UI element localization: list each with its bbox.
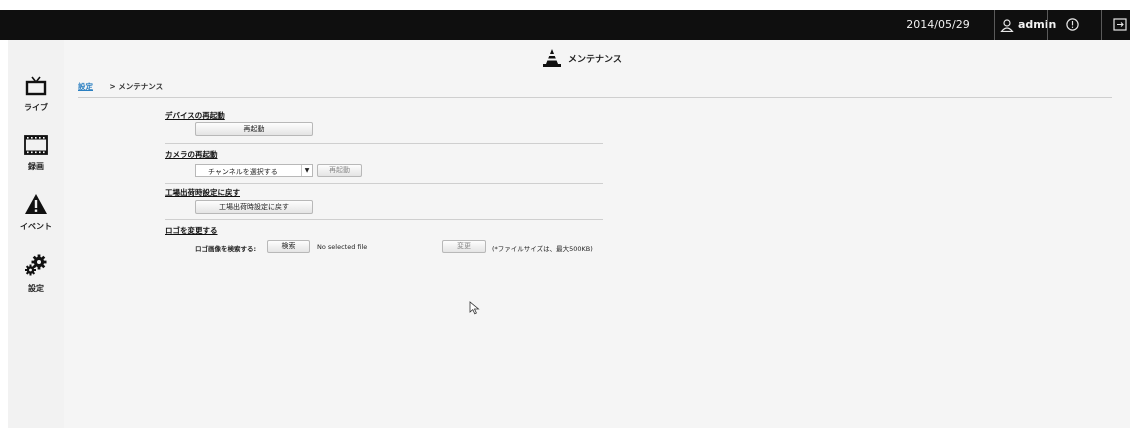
factory-reset-button[interactable]: 工場出荷時設定に戻す bbox=[195, 200, 313, 214]
cone-icon bbox=[543, 49, 561, 67]
sidebar-item-label: イベント bbox=[20, 222, 52, 231]
breadcrumb-current: > メンテナンス bbox=[109, 82, 164, 91]
logout-icon[interactable] bbox=[1113, 18, 1127, 31]
sidebar: ライブ 録画 イベント 設定 bbox=[8, 40, 64, 428]
top-bar: 2014/05/29 17:01:11 admin bbox=[0, 10, 1130, 61]
sidebar-item-live[interactable]: ライブ bbox=[8, 76, 64, 113]
breadcrumb: 設定 > メンテナンス bbox=[78, 81, 163, 92]
channel-select-value: チャンネルを選択する bbox=[208, 168, 278, 176]
section-title-logo-change: ロゴを変更する bbox=[165, 226, 218, 235]
page-title: メンテナンス bbox=[568, 55, 622, 65]
chevron-down-icon: ▼ bbox=[301, 165, 312, 176]
tv-icon bbox=[25, 76, 47, 96]
change-logo-button[interactable]: 変更 bbox=[442, 240, 486, 253]
divider bbox=[78, 97, 1112, 98]
sidebar-item-recording[interactable]: 録画 bbox=[8, 135, 64, 172]
divider bbox=[1047, 10, 1048, 40]
section-title-camera-restart: カメラの再起動 bbox=[165, 150, 218, 159]
sidebar-item-settings[interactable]: 設定 bbox=[8, 253, 64, 294]
divider bbox=[994, 10, 995, 40]
divider bbox=[165, 183, 603, 184]
file-status: No selected file bbox=[317, 243, 368, 251]
device-restart-button[interactable]: 再起動 bbox=[195, 122, 313, 136]
sidebar-item-event[interactable]: イベント bbox=[8, 193, 64, 232]
main-content: メンテナンス 設定 > メンテナンス デバイスの再起動 再起動 カメラの再起動 … bbox=[64, 40, 1130, 428]
alert-icon[interactable] bbox=[1066, 18, 1079, 31]
breadcrumb-link-settings[interactable]: 設定 bbox=[78, 82, 93, 91]
logo-search-label: ロゴ画像を検索する: bbox=[195, 245, 257, 253]
sidebar-item-label: 設定 bbox=[28, 284, 44, 293]
username: admin bbox=[1018, 18, 1057, 31]
channel-select[interactable]: チャンネルを選択する ▼ bbox=[195, 164, 313, 177]
film-icon bbox=[24, 135, 48, 155]
camera-restart-button[interactable]: 再起動 bbox=[317, 164, 362, 177]
warning-icon bbox=[25, 194, 47, 214]
datetime-display: 2014/05/29 17:01:11 bbox=[906, 18, 970, 61]
divider bbox=[165, 219, 603, 220]
user-icon bbox=[1000, 18, 1014, 32]
cursor-icon bbox=[469, 301, 480, 315]
section-title-device-restart: デバイスの再起動 bbox=[165, 111, 225, 120]
section-title-factory-reset: 工場出荷時設定に戻す bbox=[165, 188, 240, 197]
browse-button[interactable]: 検索 bbox=[267, 240, 310, 253]
gears-icon bbox=[25, 254, 47, 276]
sidebar-item-label: ライブ bbox=[24, 103, 48, 112]
divider bbox=[165, 143, 603, 144]
file-size-note: (*ファイルサイズは、最大500KB) bbox=[492, 245, 593, 253]
sidebar-item-label: 録画 bbox=[28, 162, 44, 171]
divider bbox=[1101, 10, 1102, 40]
